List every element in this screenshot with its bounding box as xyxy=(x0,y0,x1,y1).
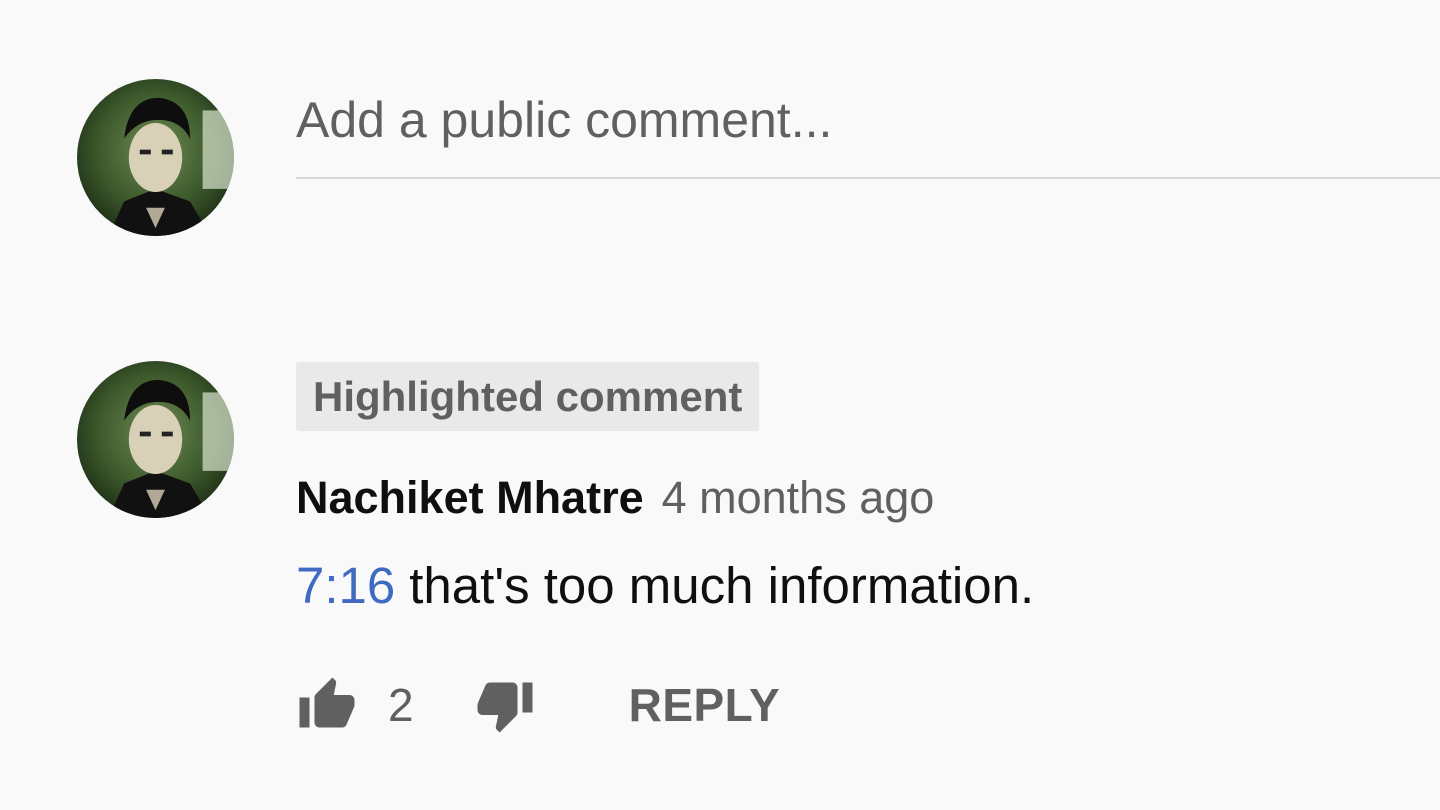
dislike-button[interactable] xyxy=(474,672,536,738)
comment-body: 7:16 that's too much information. xyxy=(296,556,1034,615)
thumbs-up-icon xyxy=(299,677,355,728)
like-count: 2 xyxy=(388,679,414,731)
avatar-image xyxy=(77,79,234,236)
highlighted-comment-badge: Highlighted comment xyxy=(296,362,760,431)
thumbs-down-icon xyxy=(477,682,533,733)
comment-actions: 2 REPLY xyxy=(296,672,780,738)
add-comment-box[interactable] xyxy=(296,82,1440,179)
comment-time[interactable]: 4 months ago xyxy=(662,472,935,524)
timestamp-link[interactable]: 7:16 xyxy=(296,557,395,614)
comments-section: Highlighted comment Nachiket Mhatre 4 mo… xyxy=(0,0,1440,810)
avatar-image xyxy=(77,361,234,518)
comment-header: Nachiket Mhatre 4 months ago xyxy=(296,472,934,524)
comment-author[interactable]: Nachiket Mhatre xyxy=(296,472,644,524)
current-user-avatar[interactable] xyxy=(77,79,234,236)
comment-text: that's too much information. xyxy=(409,557,1035,614)
reply-button[interactable]: REPLY xyxy=(629,678,781,732)
add-comment-input[interactable] xyxy=(296,91,1440,149)
commenter-avatar[interactable] xyxy=(77,361,234,518)
like-button[interactable] xyxy=(296,672,358,738)
